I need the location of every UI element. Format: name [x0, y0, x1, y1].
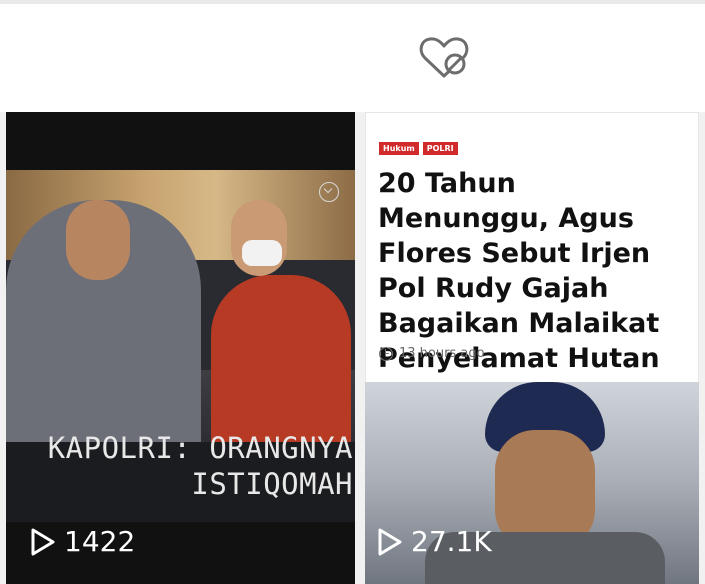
tag-label: POLRI: [422, 142, 458, 155]
article-meta: 13 hours ago: [379, 346, 485, 361]
person-head: [66, 200, 130, 280]
tag-label: Hukum: [379, 142, 419, 155]
view-count: 27.1K: [377, 525, 492, 558]
view-count-text: 1422: [64, 525, 136, 558]
video-grid: KAPOLRI: ORANGNYA ISTIQOMAH 1422 Hukum P…: [0, 112, 705, 584]
chevron-down-circle-icon[interactable]: [319, 182, 339, 202]
video-tile[interactable]: KAPOLRI: ORANGNYA ISTIQOMAH 1422: [6, 112, 355, 584]
view-count-text: 27.1K: [411, 525, 492, 558]
video-tile[interactable]: Hukum POLRI 20 Tahun Menunggu, Agus Flor…: [365, 112, 699, 584]
article-headline: 20 Tahun Menunggu, Agus Flores Sebut Irj…: [378, 168, 660, 374]
heart-slash-icon[interactable]: [417, 34, 471, 82]
caption-line: ISTIQOMAH: [191, 467, 353, 501]
view-count: 1422: [30, 525, 135, 558]
top-divider: [0, 0, 705, 4]
category-tags: Hukum POLRI: [379, 142, 458, 155]
video-caption: KAPOLRI: ORANGNYA ISTIQOMAH: [6, 430, 355, 502]
clock-icon: [379, 346, 393, 361]
play-icon: [31, 528, 55, 555]
article-time: 13 hours ago: [399, 346, 485, 361]
caption-line: KAPOLRI: ORANGNYA: [47, 431, 353, 465]
face-mask: [242, 240, 282, 266]
play-icon: [378, 528, 402, 555]
